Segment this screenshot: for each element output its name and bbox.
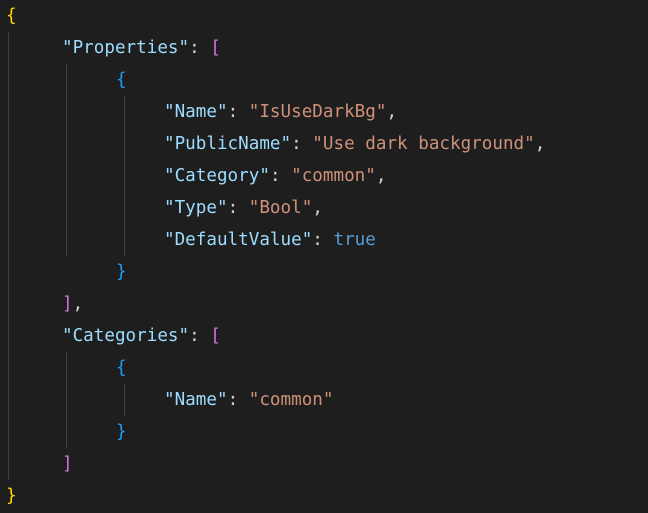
comma: , [386,102,398,122]
json-key: "PublicName" [164,134,292,154]
code-line-5: "PublicName": "Use dark background", [164,128,545,160]
close-bracket: ] [62,454,73,474]
key-separator: : [189,326,211,346]
code-line-6: "Category": "common", [164,160,386,192]
indent-guide-level-3 [124,384,125,416]
json-key: "Name" [164,102,228,122]
close-brace: } [116,422,127,442]
json-key: "Properties" [62,38,190,58]
code-line-15: ] [62,448,73,480]
key-separator: : [227,198,249,218]
json-key: "Category" [164,166,270,186]
code-line-12: { [116,352,127,384]
code-line-13: "Name": "common" [164,384,334,416]
json-string-value: "common" [291,166,376,186]
comma: , [375,166,387,186]
comma: , [312,198,323,218]
json-string-value: "common" [248,390,334,410]
json-key: "Name" [164,390,228,410]
comma: , [534,134,546,154]
key-separator: : [269,166,292,186]
open-bracket: [ [210,326,221,346]
open-brace: { [116,358,127,378]
indent-guide-level-2 [66,352,67,448]
comma: , [72,294,84,314]
key-separator: : [227,390,249,410]
open-brace: { [116,70,127,90]
json-key: "Type" [164,198,228,218]
code-line-3: { [116,64,127,96]
code-line-4: "Name": "IsUseDarkBg", [164,96,397,128]
close-brace: } [116,262,127,282]
code-line-10: ], [62,288,83,320]
json-boolean-value: true [333,230,376,250]
json-key: "Categories" [62,326,190,346]
code-editor[interactable]: { "Properties": [ { "Name": "IsUseDarkBg… [0,0,648,513]
key-separator: : [189,38,211,58]
json-string-value: "IsUseDarkBg" [248,102,387,122]
indent-guide-level-1 [8,32,9,480]
indent-guide-level-2 [66,64,67,256]
code-line-16: } [6,480,17,512]
code-line-14: } [116,416,127,448]
open-bracket: [ [210,38,221,58]
key-separator: : [227,102,249,122]
open-brace: { [6,6,17,26]
code-line-11: "Categories": [ [62,320,221,352]
key-separator: : [312,230,334,250]
code-line-7: "Type": "Bool", [164,192,323,224]
json-key: "DefaultValue" [164,230,313,250]
code-line-2: "Properties": [ [62,32,221,64]
indent-guide-level-3 [124,96,125,256]
close-bracket: ] [62,294,73,314]
close-brace: } [6,486,17,506]
key-separator: : [291,134,313,154]
json-string-value: "Use dark background" [312,134,535,154]
code-line-9: } [116,256,127,288]
code-line-8: "DefaultValue": true [164,224,376,256]
code-line-1: { [6,0,17,32]
json-string-value: "Bool" [248,198,313,218]
